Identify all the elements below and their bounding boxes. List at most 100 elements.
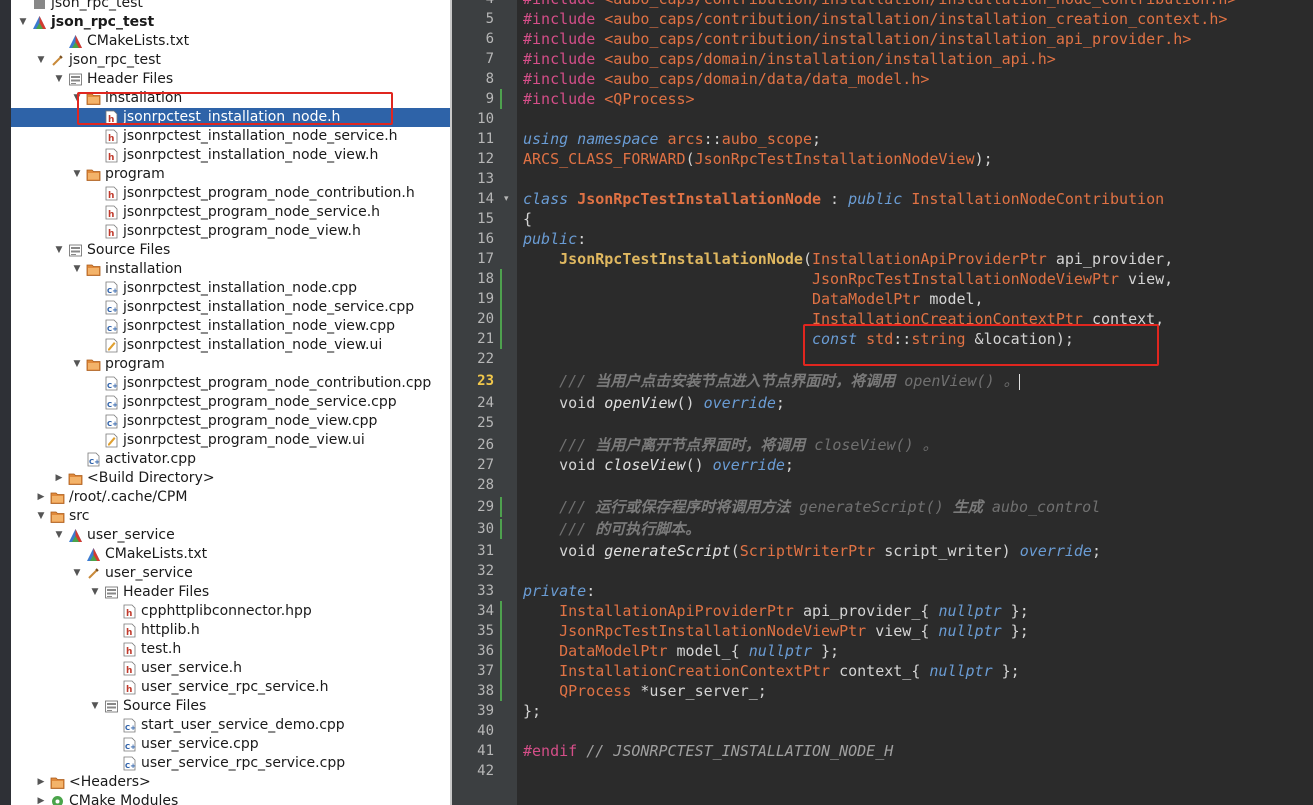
tree-item[interactable]: C+ user_service.cpp (11, 735, 450, 754)
tree-item[interactable]: h jsonrpctest_program_node_contribution.h (11, 184, 450, 203)
code-token: 的可执行脚本。 (595, 520, 701, 538)
tree-item[interactable]: h jsonrpctest_installation_node_view.h (11, 146, 450, 165)
tree-item[interactable]: C+ user_service_rpc_service.cpp (11, 754, 450, 773)
tree-item[interactable]: ▼ user_service (11, 564, 450, 583)
code-line[interactable]: /// 当用户点击安装节点进入节点界面时，将调用 openView() 。 (523, 371, 1020, 391)
tree-item[interactable]: C+ jsonrpctest_program_node_contribution.… (11, 374, 450, 393)
code-token: override (1019, 542, 1092, 560)
tree-item[interactable]: ▼ installation (11, 260, 450, 279)
chevron-down-icon[interactable]: ▼ (36, 51, 46, 70)
code-line[interactable]: #include <aubo_caps/contribution/install… (523, 0, 1236, 9)
code-editor[interactable]: 4 5 6 7 8 9 10 11 12 13 14 ▾ 15 16 17 18 19 20 21 22 23 24 25 2… (452, 0, 1313, 805)
code-line[interactable]: void closeView() override; (523, 455, 794, 475)
code-line[interactable]: { (523, 209, 532, 229)
tree-item[interactable]: h httplib.h (11, 621, 450, 640)
code-line[interactable]: ARCS_CLASS_FORWARD(JsonRpcTestInstallati… (523, 149, 993, 169)
line-number: 34 (477, 603, 494, 619)
code-line[interactable]: InstallationCreationContextPtr context_{… (523, 661, 1020, 681)
chevron-down-icon[interactable]: ▼ (54, 241, 64, 260)
tree-item[interactable]: h jsonrpctest_installation_node_service.h (11, 127, 450, 146)
chevron-down-icon[interactable]: ▼ (18, 13, 28, 32)
tree-item[interactable]: ▶ CMake Modules (11, 792, 450, 805)
line-number: 15 (477, 211, 494, 227)
cmake-modules-icon (50, 794, 65, 805)
code-line[interactable]: private: (523, 581, 595, 601)
tree-item[interactable]: ▼ json_rpc_test (11, 51, 450, 70)
tree-item[interactable]: C+ jsonrpctest_installation_node.cpp (11, 279, 450, 298)
folder-icon (86, 357, 101, 372)
tree-item[interactable]: C+ jsonrpctest_installation_node_service.… (11, 298, 450, 317)
tree-item[interactable]: CMakeLists.txt (11, 545, 450, 564)
code-line[interactable]: /// 的可执行脚本。 (523, 519, 700, 539)
chevron-down-icon[interactable]: ▼ (72, 564, 82, 583)
tree-item[interactable]: ▼ Source Files (11, 697, 450, 716)
tree-item[interactable]: C+ jsonrpctest_program_node_service.cpp (11, 393, 450, 412)
tree-item[interactable]: ▼ user_service (11, 526, 450, 545)
tree-item[interactable]: ▶ /root/.cache/CPM (11, 488, 450, 507)
tree-item[interactable]: h jsonrpctest_program_node_view.h (11, 222, 450, 241)
chevron-down-icon[interactable]: ▼ (72, 165, 82, 184)
code-line[interactable]: }; (523, 701, 541, 721)
code-line[interactable]: public: (523, 229, 586, 249)
chevron-down-icon[interactable]: ▼ (90, 697, 100, 716)
code-line[interactable]: #include <aubo_caps/contribution/install… (523, 9, 1227, 29)
tree-item[interactable]: h jsonrpctest_program_node_service.h (11, 203, 450, 222)
tree-item[interactable]: ▼ Header Files (11, 583, 450, 602)
tree-item[interactable]: h cpphttplibconnector.hpp (11, 602, 450, 621)
line-number: 8 (485, 71, 494, 87)
code-line[interactable]: #include <aubo_caps/domain/installation/… (523, 49, 1056, 69)
code-token: <aubo_caps/contribution/installation/ins… (604, 0, 1236, 8)
code-line[interactable]: JsonRpcTestInstallationNodeViewPtr view_… (523, 621, 1029, 641)
tree-item[interactable]: C+ activator.cpp (11, 450, 450, 469)
tree-item[interactable]: C+ jsonrpctest_program_node_view.cpp (11, 412, 450, 431)
tree-item[interactable]: ▼ program (11, 165, 450, 184)
code-token: QProcess (559, 682, 632, 700)
code-line[interactable]: JsonRpcTestInstallationNode(Installation… (523, 249, 1173, 269)
tree-item[interactable]: ▶ <Headers> (11, 773, 450, 792)
code-line[interactable]: QProcess *user_server_; (523, 681, 767, 701)
chevron-right-icon[interactable]: ▶ (54, 469, 64, 488)
code-line[interactable]: /// 运行或保存程序时将调用方法 generateScript() 生成 au… (523, 497, 1100, 517)
tree-item[interactable]: jsonrpctest_installation_node_view.ui (11, 336, 450, 355)
tree-item[interactable]: jsonrpctest_program_node_view.ui (11, 431, 450, 450)
chevron-down-icon[interactable]: ▼ (36, 507, 46, 526)
tree-item[interactable]: h test.h (11, 640, 450, 659)
code-line[interactable]: class JsonRpcTestInstallationNode : publ… (523, 189, 1164, 209)
tree-item[interactable]: ▼ program (11, 355, 450, 374)
tree-item[interactable]: CMakeLists.txt (11, 32, 450, 51)
tree-item[interactable]: h user_service.h (11, 659, 450, 678)
tree-item[interactable]: C+ start_user_service_demo.cpp (11, 716, 450, 735)
chevron-right-icon[interactable]: ▶ (36, 792, 46, 805)
code-line[interactable]: DataModelPtr model, (523, 289, 984, 309)
tree-item[interactable]: ▼ src (11, 507, 450, 526)
tree-item[interactable]: ▼ Source Files (11, 241, 450, 260)
tree-item[interactable]: json_rpc_test (11, 0, 450, 13)
cpp-file-icon: C+ (104, 376, 119, 391)
code-line[interactable]: #include <aubo_caps/contribution/install… (523, 29, 1191, 49)
fold-toggle-icon[interactable]: ▾ (504, 189, 509, 209)
chevron-down-icon[interactable]: ▼ (54, 526, 64, 545)
tree-item[interactable]: ▼ json_rpc_test (11, 13, 450, 32)
code-line[interactable]: using namespace arcs::aubo_scope; (523, 129, 821, 149)
chevron-down-icon[interactable]: ▼ (72, 260, 82, 279)
code-line[interactable]: #include <aubo_caps/domain/data/data_mod… (523, 69, 929, 89)
tree-item[interactable]: ▼ Header Files (11, 70, 450, 89)
chevron-right-icon[interactable]: ▶ (36, 773, 46, 792)
chevron-down-icon[interactable]: ▼ (54, 70, 64, 89)
code-line[interactable]: void generateScript(ScriptWriterPtr scri… (523, 541, 1101, 561)
tree-item[interactable]: ▶ <Build Directory> (11, 469, 450, 488)
chevron-down-icon[interactable]: ▼ (90, 583, 100, 602)
code-line[interactable]: #include <QProcess> (523, 89, 695, 109)
code-line[interactable]: JsonRpcTestInstallationNodeViewPtr view, (523, 269, 1173, 289)
tree-item-label: jsonrpctest_installation_node_view.cpp (123, 318, 395, 334)
code-line[interactable]: void openView() override; (523, 393, 785, 413)
tree-item[interactable]: C+ jsonrpctest_installation_node_view.cpp (11, 317, 450, 336)
chevron-down-icon[interactable]: ▼ (72, 355, 82, 374)
code-line[interactable]: DataModelPtr model_{ nullptr }; (523, 641, 839, 661)
code-line[interactable]: InstallationApiProviderPtr api_provider_… (523, 601, 1029, 621)
chevron-right-icon[interactable]: ▶ (36, 488, 46, 507)
code-line[interactable]: #endif // JSONRPCTEST_INSTALLATION_NODE_… (523, 741, 893, 761)
code-line[interactable]: /// 当用户离开节点界面时，将调用 closeView() 。 (523, 435, 938, 455)
tree-item[interactable]: h user_service_rpc_service.h (11, 678, 450, 697)
